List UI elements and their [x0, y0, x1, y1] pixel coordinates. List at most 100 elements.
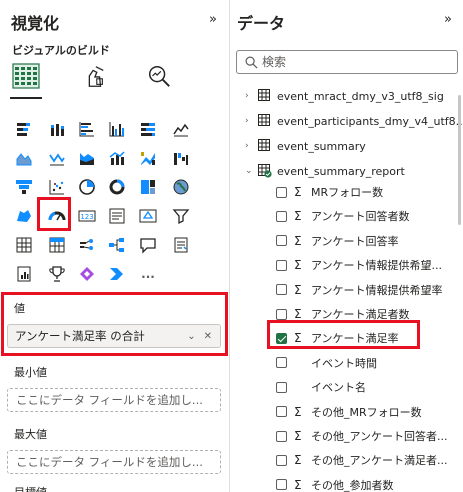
field-checkbox[interactable]	[276, 454, 287, 466]
field-checkbox[interactable]	[276, 479, 287, 491]
funnel-icon[interactable]	[13, 176, 35, 198]
card-icon[interactable]: 123	[76, 205, 98, 227]
max-value-drop-zone[interactable]: ここにデータ フィールドを追加し...	[7, 450, 221, 474]
trophy-goals-icon[interactable]	[46, 263, 68, 285]
qa-icon[interactable]	[137, 234, 159, 256]
stacked-column-chart-icon[interactable]	[46, 118, 68, 140]
line-chart-icon[interactable]	[170, 118, 192, 140]
matrix-icon[interactable]	[46, 234, 68, 256]
field-row[interactable]: Σ その他_アンケート満足者...	[230, 449, 463, 471]
sigma-icon: Σ	[294, 429, 302, 443]
azure-map-icon[interactable]	[13, 205, 35, 227]
min-placeholder: ここにデータ フィールドを追加し...	[16, 393, 203, 407]
paginated-report-icon[interactable]	[13, 263, 35, 285]
smart-narrative-icon[interactable]	[170, 234, 192, 256]
key-influencers-icon[interactable]	[76, 234, 98, 256]
table-name: event_summary_report	[277, 164, 405, 178]
field-row[interactable]: イベント時間	[230, 352, 463, 374]
line-stacked-column-icon[interactable]	[46, 147, 68, 169]
scrollbar[interactable]	[458, 95, 461, 225]
field-row[interactable]: Σ その他_アンケート回答者...	[230, 425, 463, 447]
active-mode-underline	[10, 97, 42, 99]
sigma-icon: Σ	[294, 258, 302, 273]
min-well-label: 最小値	[14, 366, 47, 379]
line-clustered-column-icon[interactable]	[106, 147, 128, 169]
field-checkbox[interactable]	[276, 308, 287, 320]
map-icon[interactable]	[170, 176, 192, 198]
table-icon[interactable]	[13, 234, 35, 256]
stacked-area-chart-icon[interactable]	[76, 147, 98, 169]
kpi-icon[interactable]	[137, 205, 159, 227]
field-checkbox[interactable]	[276, 210, 287, 222]
clustered-column-chart-icon[interactable]	[106, 118, 128, 140]
multi-row-card-icon[interactable]	[106, 205, 128, 227]
table-name: event_summary	[277, 139, 366, 153]
table-icon	[258, 88, 270, 104]
power-apps-icon[interactable]	[76, 263, 98, 285]
field-row[interactable]: Σ その他_MRフォロー数	[230, 401, 463, 423]
more-visuals-button[interactable]: ...	[137, 263, 159, 285]
field-checkbox[interactable]	[276, 357, 287, 369]
table-row-event_summary_report[interactable]: ⌄ event_summary_report	[230, 160, 463, 182]
field-name: その他_アンケート回答者...	[311, 430, 448, 443]
analytics-icon[interactable]	[145, 62, 173, 90]
field-name: その他_アンケート満足者...	[311, 454, 448, 468]
target-well-label: 目標値	[14, 484, 47, 492]
field-checkbox[interactable]	[276, 235, 287, 247]
scatter-chart-icon[interactable]	[46, 176, 68, 198]
field-row[interactable]: Σ その他_参加者数	[230, 474, 463, 492]
sigma-icon: Σ	[294, 233, 302, 248]
build-visual-icon[interactable]	[12, 62, 40, 90]
field-row[interactable]: Σ MRフォロー数	[230, 181, 463, 203]
chevron-right-icon[interactable]: ›	[245, 91, 249, 101]
pie-chart-icon[interactable]	[76, 176, 98, 198]
search-box[interactable]	[236, 50, 458, 74]
field-name: アンケート回答者数	[311, 210, 410, 224]
field-checkbox[interactable]	[276, 259, 287, 271]
donut-chart-icon[interactable]	[106, 176, 128, 198]
sigma-icon: Σ	[294, 477, 302, 492]
svg-text:123: 123	[80, 213, 93, 221]
clustered-bar-chart-icon[interactable]	[76, 118, 98, 140]
table-row-event_participants_dmy_v4_utf8[interactable]: › event_participants_dmy_v4_utf8...	[230, 110, 463, 132]
expand-data-icon[interactable]: »	[444, 12, 452, 27]
chevron-down-icon[interactable]: ⌄	[245, 166, 253, 176]
100-stacked-bar-chart-icon[interactable]	[137, 118, 159, 140]
chevron-down-icon[interactable]: ⌄	[187, 331, 195, 342]
chevron-right-icon[interactable]: ›	[245, 141, 249, 151]
waterfall-chart-icon[interactable]	[170, 147, 192, 169]
remove-field-icon[interactable]: ✕	[204, 331, 212, 342]
field-row[interactable]: Σ アンケート情報提供希望率	[230, 279, 463, 301]
table-row-event_summary[interactable]: › event_summary	[230, 135, 463, 157]
field-row[interactable]: Σ アンケート回答率	[230, 230, 463, 252]
chevron-right-icon[interactable]: ›	[245, 116, 249, 126]
field-row[interactable]: Σ アンケート回答者数	[230, 205, 463, 227]
sigma-icon: Σ	[294, 209, 302, 224]
field-checkbox[interactable]	[276, 284, 287, 296]
sigma-icon: Σ	[294, 185, 302, 199]
search-input[interactable]	[258, 54, 454, 70]
field-checkbox[interactable]	[276, 186, 287, 198]
table-icon	[258, 163, 272, 179]
value-field-chip[interactable]: アンケート満足率 の合計 ⌄ ✕	[7, 324, 221, 348]
field-checkbox[interactable]	[276, 406, 287, 418]
format-visual-icon[interactable]	[80, 62, 108, 90]
field-row[interactable]: イベント名	[230, 376, 463, 398]
value-field-name: アンケート満足率 の合計	[15, 329, 145, 343]
power-automate-icon[interactable]	[106, 263, 128, 285]
area-chart-icon[interactable]	[13, 147, 35, 169]
treemap-icon[interactable]	[137, 176, 159, 198]
decomposition-tree-icon[interactable]	[106, 234, 128, 256]
expand-visualizations-icon[interactable]: »	[209, 12, 217, 27]
field-checkbox[interactable]	[276, 381, 287, 393]
field-checkbox[interactable]	[276, 430, 287, 442]
field-name: MRフォロー数	[311, 186, 384, 199]
gauge-highlight-box	[37, 197, 71, 231]
field-row[interactable]: Σ アンケート情報提供希望...	[230, 254, 463, 276]
slicer-icon[interactable]	[170, 205, 192, 227]
table-row-event_mract_dmy_v3_utf8_sig[interactable]: › event_mract_dmy_v3_utf8_sig	[230, 85, 463, 107]
stacked-bar-chart-icon[interactable]	[13, 118, 35, 140]
ribbon-chart-icon[interactable]	[137, 147, 159, 169]
min-value-drop-zone[interactable]: ここにデータ フィールドを追加し...	[7, 388, 221, 412]
sigma-icon: Σ	[294, 282, 302, 297]
